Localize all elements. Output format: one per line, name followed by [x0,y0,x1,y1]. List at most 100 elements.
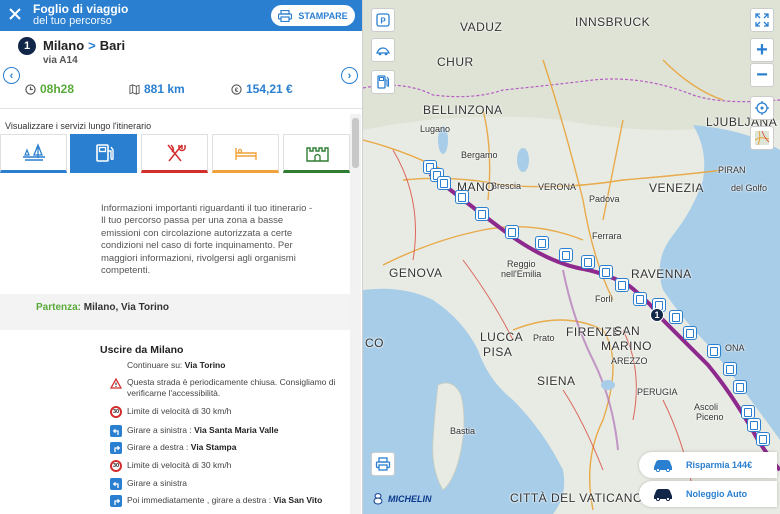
route-destination: Bari [99,38,126,53]
turn-left-icon [110,425,122,437]
chevron-right-icon: › [347,69,352,82]
fuel-station-marker[interactable] [615,278,629,292]
car-icon [652,458,674,472]
promo-value: 144€ [732,460,753,470]
step-item[interactable]: Girare a sinistra : Via Santa Maria Vall… [110,425,345,437]
parking-icon: P [376,13,390,27]
brand-name: MICHELIN [388,494,432,504]
map-label: PISA [483,345,513,359]
step-text: Limite di velocità di 30 km/h [127,460,232,470]
step-road: Via Stampa [190,442,237,452]
map-label: SAN [614,324,641,338]
service-fuel-button[interactable] [70,134,137,173]
zoom-in-button[interactable]: + [750,38,774,62]
fuel-station-marker[interactable] [669,310,683,324]
fuel-station-marker[interactable] [599,265,613,279]
fuel-station-marker[interactable] [723,362,737,376]
cost-value: 154,21 € [246,82,293,96]
map-print-button[interactable] [371,452,395,476]
fuel-station-marker[interactable] [741,405,755,419]
step-text: Girare a sinistra : [127,425,192,435]
route-via: via A14 [43,55,78,66]
fuel-icon [95,143,114,162]
locate-me-button[interactable] [750,96,774,120]
step-item[interactable]: Girare a destra : Via Stampa [110,442,345,454]
next-route-button[interactable]: › [341,67,358,84]
zoom-out-button[interactable]: − [750,63,774,87]
map-label: RAVENNA [631,267,692,281]
duration-value: 08h28 [40,82,75,96]
map-label: LUCCA [480,330,524,344]
map-label: MARINO [601,339,652,353]
traffic-layer-button[interactable] [371,38,395,62]
promo-label: Noleggio Auto [686,489,748,499]
map-label: INNSBRUCK [575,15,651,29]
fullscreen-button[interactable] [750,8,774,32]
map-label: PERUGIA [637,387,678,397]
service-tourism-button[interactable] [283,134,350,173]
promo-label: Risparmia [686,460,730,470]
hotel-icon [234,147,257,160]
map-label: CITTÀ DEL VATICANO [510,491,643,505]
chevron-left-icon: ‹ [9,69,14,82]
svg-text:€: € [235,86,239,93]
services-bar [0,134,350,174]
step-item[interactable]: Continuare su: Via Torino [110,360,345,372]
fuel-station-marker[interactable] [475,207,489,221]
fuel-station-marker[interactable] [455,190,469,204]
minus-icon: − [756,64,768,86]
fuel-icon [377,75,390,89]
service-weather-button[interactable] [0,134,67,173]
euro-icon: € [231,83,242,95]
departure-value: Milano, Via Torino [83,302,169,313]
map-label: nell'Emilia [501,269,542,279]
close-icon[interactable] [8,7,22,21]
info-line: condizioni nel caso di forte inquinament… [101,240,293,252]
route-marker-badge[interactable]: 1 [650,308,664,322]
scrollbar-thumb[interactable] [352,118,359,168]
map-layers-button[interactable] [750,126,774,150]
distance-stat: 881 km [129,82,185,96]
turn-right-icon [110,495,122,507]
crosshair-icon [755,101,769,115]
info-line: competenti. [101,265,151,277]
step-item[interactable]: 30 Limite di velocità di 30 km/h [110,460,345,472]
panel-scrollbar[interactable] [350,114,361,514]
map-label: CHUR [437,55,474,69]
car-rental-icon [652,487,674,501]
fuel-station-marker[interactable] [683,326,697,340]
distance-value: 881 km [144,82,185,96]
route-map[interactable]: VADUZ INNSBRUCK CHUR BELLINZONA LJUBLJAN… [363,0,780,514]
step-item[interactable]: Poi immediatamente , girare a destra : V… [110,495,345,507]
fuel-station-marker[interactable] [733,380,747,394]
step-item[interactable]: 30 Limite di velocità di 30 km/h [110,406,345,418]
fuel-savings-promo[interactable]: Risparmia 144€ [639,452,777,478]
fuel-layer-button[interactable] [371,70,395,94]
map-label: AREZZO [611,356,648,366]
fuel-station-marker[interactable] [747,418,761,432]
clock-icon [25,83,36,95]
car-rental-promo[interactable]: Noleggio Auto [639,481,777,507]
parking-layer-button[interactable]: P [371,8,395,32]
fuel-station-marker[interactable] [707,344,721,358]
step-item[interactable]: Questa strada è periodicamente chiusa. C… [110,377,345,399]
fuel-station-marker[interactable] [633,292,647,306]
step-text: Continuare su: [127,360,183,370]
speed-limit-icon: 30 [110,406,122,418]
fuel-station-marker[interactable] [505,225,519,239]
step-item[interactable]: Girare a sinistra [110,478,345,490]
map-label: Prato [533,333,555,343]
fuel-station-marker[interactable] [559,248,573,262]
info-line: Informazioni importanti riguardanti il t… [101,203,313,214]
service-hotel-button[interactable] [212,134,279,173]
service-restaurant-button[interactable] [141,134,208,173]
fuel-station-marker[interactable] [437,176,451,190]
route-info-notice: Informazioni importanti riguardanti il t… [101,203,337,277]
fuel-station-marker[interactable] [756,432,770,446]
print-button[interactable]: STAMPARE [271,5,355,26]
previous-route-button[interactable]: ‹ [3,67,20,84]
fuel-station-marker[interactable] [535,236,549,250]
step-road: Via Santa Maria Valle [194,425,279,435]
fuel-station-marker[interactable] [581,255,595,269]
info-line: emissioni con circolazione autorizzata a… [101,227,293,239]
